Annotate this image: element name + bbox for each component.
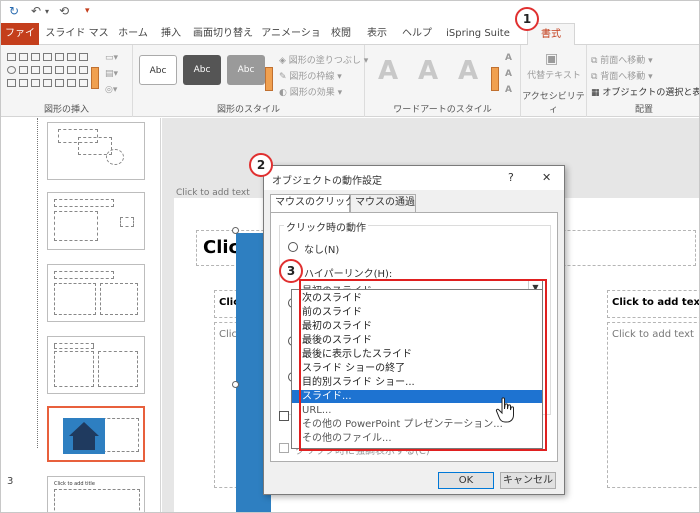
help-button[interactable]: ? [508, 171, 514, 184]
quick-access-toolbar: ↻ ↶ ▾ ⟲ ▾ [1, 1, 699, 23]
click-action-legend: クリック時の動作 [284, 219, 368, 234]
radio-none-label: なし(N) [304, 245, 340, 256]
group-label-accessibility: アクセシビリティ [522, 92, 585, 115]
radio-none[interactable] [288, 242, 298, 252]
tab-mouse-over[interactable]: マウスの通過 [350, 194, 416, 212]
bring-forward-button[interactable]: ⧉ 前面へ移動 ▾ [591, 53, 653, 66]
pen-icon: ✎ [279, 72, 290, 82]
ok-button[interactable]: OK [438, 472, 494, 489]
dialog-title: オブジェクトの動作設定 [272, 176, 382, 187]
shape-fill-button[interactable]: ◈ 図形の塗りつぶし ▾ [279, 53, 368, 66]
resize-handle-left[interactable] [232, 381, 239, 388]
group-label-shape-styles: 図形のスタイル [216, 105, 280, 115]
group-arrange: ⧉ 前面へ移動 ▾ ⧉ 背面へ移動 ▾ ▦ オブジェクトの選択と表示 配置 [587, 45, 699, 117]
tab-file[interactable]: ファイル [1, 23, 39, 61]
group-label-arrange: 配置 [634, 105, 653, 115]
shape-style-more[interactable] [265, 67, 273, 91]
text-outline-icon[interactable]: A [505, 69, 512, 79]
tab-ispring[interactable]: iSpring Suite 11 [439, 23, 517, 61]
highlight-frame [299, 279, 547, 451]
radio-hyperlink-label: ハイパーリンク(H): [304, 269, 393, 280]
group-label-insert-shapes: 図形の挿入 [43, 105, 89, 115]
slide-thumbnail-5-selected[interactable] [47, 406, 145, 462]
shape-thumbnail [63, 418, 105, 454]
group-shape-styles: Abc Abc Abc ◈ 図形の塗りつぶし ▾ ✎ 図形の枠線 ▾ ◐ 図形の… [133, 45, 368, 117]
wordart-more[interactable] [491, 67, 499, 91]
canvas-top-text[interactable]: Click to add text [176, 188, 250, 198]
tab-home[interactable]: ホーム [115, 23, 151, 45]
cancel-button[interactable]: キャンセル [500, 472, 556, 489]
refresh-icon[interactable]: ↻ [9, 4, 19, 18]
group-wordart-styles: A A A A A A ワードアートのスタイル [365, 45, 521, 117]
customize-qat-icon[interactable]: ▾ [85, 6, 90, 16]
selection-pane-button[interactable]: ▦ オブジェクトの選択と表示 [591, 85, 699, 98]
edit-shape-icon[interactable]: ▭▾ [105, 53, 118, 63]
slide-thumbnail-4[interactable] [47, 336, 145, 394]
tab-transitions[interactable]: 画面切り替え [191, 23, 255, 45]
slide-number-3: 3 [7, 476, 14, 487]
shape-style-2[interactable]: Abc [183, 55, 221, 85]
alt-text-icon[interactable]: ▣ [545, 51, 558, 67]
group-label-wordart: ワードアートのスタイル [393, 105, 492, 115]
tab-animations[interactable]: アニメーション [259, 23, 323, 61]
tab-mouse-click[interactable]: マウスのクリック [270, 194, 355, 213]
shape-outline-button[interactable]: ✎ 図形の枠線 ▾ [279, 69, 342, 82]
tab-insert[interactable]: 挿入 [155, 23, 187, 45]
shape-gallery-more[interactable] [91, 67, 99, 89]
home-icon [69, 422, 99, 450]
text-fill-icon[interactable]: A [505, 53, 512, 63]
tab-view[interactable]: 表示 [361, 23, 393, 45]
wordart-style-2[interactable]: A [411, 55, 445, 87]
close-icon[interactable]: ✕ [542, 171, 551, 184]
slide-thumbnail-1[interactable] [47, 122, 145, 180]
shape-style-1[interactable]: Abc [139, 55, 177, 85]
ribbon-tabs: ファイル スライド マスター ホーム 挿入 画面切り替え アニメーション 校閲 … [1, 23, 699, 61]
master-tree-line [37, 118, 38, 448]
text-box-icon[interactable]: ▤▾ [105, 69, 118, 79]
wordart-style-1[interactable]: A [371, 55, 405, 87]
ribbon: ▭▾ ▤▾ ◎▾ 図形の挿入 Abc Abc Abc ◈ 図形の塗りつぶし ▾ … [1, 45, 699, 117]
group-accessibility: ▣ 代替テキスト アクセシビリティ [521, 45, 587, 117]
alt-text-button[interactable]: 代替テキスト [527, 71, 581, 82]
left-body-text: Clic [219, 329, 238, 340]
title-placeholder-text: Clic [203, 237, 240, 258]
dialog-title-bar: オブジェクトの動作設定 ? ✕ [264, 166, 564, 190]
callout-3: 3 [279, 259, 303, 283]
slide-thumbnail-6[interactable]: Click to add title [47, 476, 145, 512]
right-heading-text: Click to add text [612, 297, 700, 308]
thumb-title-text: Click to add title [54, 481, 95, 487]
right-body-text: Click to add text [612, 329, 694, 340]
group-insert-shapes: ▭▾ ▤▾ ◎▾ 図形の挿入 [1, 45, 133, 117]
tab-help[interactable]: ヘルプ [397, 23, 437, 45]
powerpoint-window: ↻ ↶ ▾ ⟲ ▾ ファイル スライド マスター ホーム 挿入 画面切り替え ア… [0, 0, 700, 513]
tab-slide-master[interactable]: スライド マスター [41, 23, 113, 61]
effects-icon: ◐ [279, 88, 290, 98]
slide-thumbnail-2[interactable] [47, 192, 145, 250]
repeat-icon[interactable]: ⟲ [59, 4, 69, 18]
shape-effects-button[interactable]: ◐ 図形の効果 ▾ [279, 85, 342, 98]
send-backward-button[interactable]: ⧉ 背面へ移動 ▾ [591, 69, 653, 82]
hand-cursor-icon [495, 397, 514, 423]
selection-pane-icon: ▦ [591, 88, 603, 98]
undo-icon[interactable]: ↶ [31, 4, 41, 18]
slide-thumbnail-pane: 3 Click to add title [1, 118, 161, 512]
right-heading-placeholder[interactable]: Click to add text [607, 290, 700, 318]
merge-shapes-icon[interactable]: ◎▾ [105, 85, 117, 95]
wordart-style-3[interactable]: A [451, 55, 485, 87]
resize-handle-top[interactable] [232, 227, 239, 234]
callout-2: 2 [249, 153, 273, 177]
shape-style-3[interactable]: Abc [227, 55, 265, 85]
highlight-click-checkbox[interactable] [279, 443, 289, 453]
shape-gallery[interactable] [5, 51, 91, 91]
right-body-placeholder[interactable]: Click to add text [607, 322, 699, 488]
play-sound-checkbox[interactable] [279, 411, 289, 421]
slide-thumbnail-3[interactable] [47, 264, 145, 322]
callout-1: 1 [515, 7, 539, 31]
send-backward-icon: ⧉ [591, 72, 601, 82]
bring-forward-icon: ⧉ [591, 56, 601, 66]
paint-bucket-icon: ◈ [279, 56, 289, 66]
tab-review[interactable]: 校閲 [325, 23, 357, 45]
undo-dropdown-icon[interactable]: ▾ [45, 7, 49, 16]
text-effects-icon[interactable]: A [505, 85, 512, 95]
